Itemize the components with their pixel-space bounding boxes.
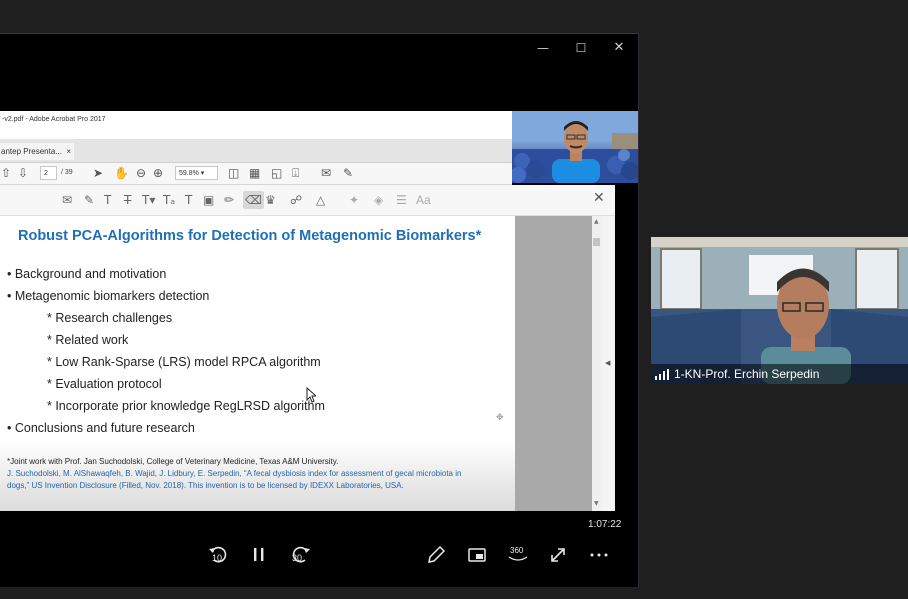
footnote-reference: J. Suchodolski, M. AlShawaqfeh, B. Wajid… [7, 469, 462, 478]
expand-icon [551, 548, 565, 562]
slide-sub-bullet: * Low Rank-Sparse (LRS) model RPCA algor… [47, 355, 321, 369]
pencil-icon [428, 545, 446, 563]
footnote-joint-work: *Joint work with Prof. Jan Suchodolski, … [7, 457, 339, 466]
participant-name-bar: 1-KN-Prof. Erchin Serpedin [651, 364, 908, 384]
zoom-level: 59.8% [179, 170, 199, 177]
page-up-icon[interactable]: ⇧ [1, 165, 11, 181]
acrobat-title: -v2.pdf - Adobe Acrobat Pro 2017 [2, 116, 106, 123]
shared-screen: -v2.pdf - Adobe Acrobat Pro 2017 antep P… [0, 111, 638, 511]
fullscreen-button[interactable] [548, 544, 568, 566]
more-options-button[interactable] [589, 544, 609, 566]
underline-text-icon[interactable]: T [104, 191, 111, 209]
comment-icon[interactable]: ✉ [321, 165, 331, 181]
acrobat-title-bar: -v2.pdf - Adobe Acrobat Pro 2017 [0, 111, 512, 139]
footnote-reference-cont: dogs,” US Invention Disclosure (Filled, … [7, 481, 404, 490]
text-properties-icon[interactable]: Aa [416, 191, 431, 209]
shapes-icon[interactable]: △ [316, 191, 325, 209]
picture-in-picture-icon [468, 548, 486, 562]
slide-sub-bullet: * Incorporate prior knowledge RegLRSD al… [47, 399, 325, 413]
slide-sub-bullet: * Evaluation protocol [47, 377, 162, 391]
close-toolbar-icon[interactable]: ✕ [593, 190, 605, 206]
picture-in-picture-button[interactable] [467, 544, 487, 566]
page-down-icon[interactable]: ⇩ [18, 165, 28, 181]
document-tab[interactable]: antep Presenta... × [0, 143, 74, 160]
highlight-icon[interactable]: ✎ [84, 191, 94, 209]
text-box-icon[interactable]: ▣ [203, 191, 214, 209]
line-style-icon[interactable]: ☰ [396, 191, 407, 209]
video-player-window: — ☐ ✕ -v2.pdf - Adobe Acrobat Pro 2017 a… [0, 33, 639, 587]
slide-bullet: • Metagenomic biomarkers detection [7, 289, 210, 303]
tab-close-icon[interactable]: × [66, 143, 71, 160]
fit-page-icon[interactable]: ◫ [228, 165, 239, 181]
pen-icon[interactable]: ✎ [343, 165, 353, 181]
annotate-button[interactable] [426, 544, 446, 566]
vr-label: 360 [510, 546, 524, 555]
acrobat-tab-bar: antep Presenta... × [0, 139, 512, 163]
page-number-input[interactable]: 2 [40, 166, 57, 180]
participant-video [651, 237, 908, 384]
right-pane-collapse[interactable]: ◀ [602, 216, 615, 511]
move-cursor-icon: ✥ [496, 413, 504, 423]
scrollbar-thumb[interactable] [593, 238, 600, 246]
stamp-icon[interactable]: ♛ [265, 191, 276, 209]
pause-icon [254, 548, 264, 561]
close-icon[interactable]: ✕ [606, 39, 632, 57]
signal-strength-icon [655, 369, 669, 380]
document-scrollbar[interactable]: ▲ ▼ [592, 216, 602, 511]
download-icon[interactable]: ⍗ [292, 165, 299, 181]
rewind-seconds: 10 [212, 553, 223, 563]
expand-pane-icon[interactable]: ◀ [605, 359, 610, 367]
participant-name: 1-KN-Prof. Erchin Serpedin [674, 367, 820, 381]
zoom-in-icon[interactable]: ⊕ [153, 165, 163, 181]
pin-icon[interactable]: ✦ [349, 191, 359, 209]
zoom-out-icon[interactable]: ⊖ [136, 165, 146, 181]
full-screen-icon[interactable]: ◱ [271, 165, 282, 181]
playback-time: 1:07:22 [588, 519, 622, 530]
document-margin [515, 216, 592, 511]
zoom-level-select[interactable]: 59.8% ▾ [175, 166, 218, 180]
more-icon [590, 553, 608, 557]
strikethrough-text-icon[interactable]: T̶ [124, 191, 131, 209]
sticky-note-icon[interactable]: ✉ [62, 191, 72, 209]
maximize-icon[interactable]: ☐ [568, 39, 594, 57]
attach-file-icon[interactable]: ☍ [290, 191, 302, 209]
scroll-up-icon[interactable]: ▲ [594, 218, 599, 225]
slide-sub-bullet: * Related work [47, 333, 129, 347]
presenter-video [512, 111, 638, 183]
slide-title: Robust PCA-Algorithms for Detection of M… [18, 228, 482, 244]
slide-sub-bullet: * Research challenges [47, 311, 173, 325]
replace-text-icon[interactable]: T▾ [142, 191, 155, 209]
rewind-10-button[interactable]: 10 [207, 544, 231, 566]
page-total: / 39 [61, 169, 73, 176]
forward-seconds: 30 [292, 553, 303, 563]
scroll-down-icon[interactable]: ▼ [594, 500, 599, 507]
presenter-avatar [512, 111, 638, 183]
document-tab-label: antep Presenta... [1, 147, 62, 156]
vr-360-button[interactable]: 360 [506, 544, 530, 566]
eraser-icon[interactable]: ⌫ [243, 191, 264, 209]
insert-text-icon[interactable]: Tₐ [163, 191, 175, 209]
hand-tool-icon[interactable]: ✋ [114, 165, 129, 181]
select-tool-icon[interactable]: ➤ [93, 165, 103, 181]
slide-page: Robust PCA-Algorithms for Detection of M… [0, 216, 515, 511]
forward-30-button[interactable]: 30 [288, 544, 312, 566]
draw-icon[interactable]: ✏ [224, 191, 234, 209]
comment-toolbar: ✉ ✎ T T̶ T▾ Tₐ T ▣ ✏ ⌫ ♛ ☍ △ ✦ ◈ ☰ Aa ✕ [0, 185, 615, 216]
slide-bullet: • Conclusions and future research [7, 421, 195, 435]
fill-color-icon[interactable]: ◈ [374, 191, 383, 209]
mouse-cursor-icon [306, 387, 316, 403]
pause-button[interactable] [251, 544, 267, 566]
acrobat-nav-toolbar: ⇧ ⇩ 2 / 39 ➤ ✋ ⊖ ⊕ 59.8% ▾ ◫ ▦ ◱ ⍗ ✉ ✎ [0, 163, 512, 185]
page-view-icon[interactable]: ▦ [249, 165, 260, 181]
add-text-icon[interactable]: T [185, 191, 192, 209]
slide-bullet: • Background and motivation [7, 267, 167, 281]
participant-video-tile[interactable]: 1-KN-Prof. Erchin Serpedin [651, 237, 908, 384]
minimize-icon[interactable]: — [530, 39, 556, 57]
